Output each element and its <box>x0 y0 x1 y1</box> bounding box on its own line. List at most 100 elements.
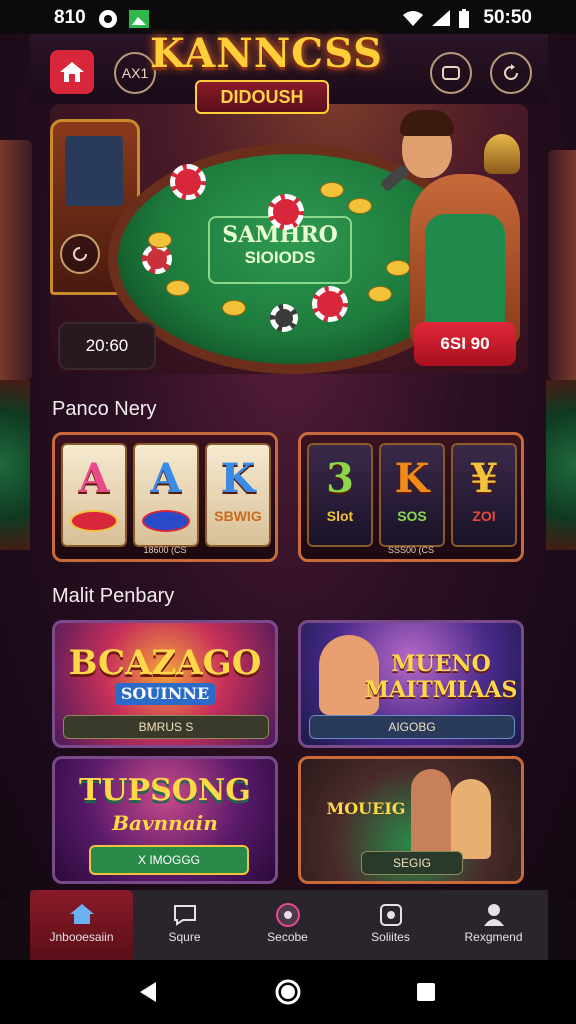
section-title-multi: Malit Penbary <box>52 585 175 607</box>
cell-signal-icon <box>430 9 452 32</box>
right-table-decor <box>546 380 576 550</box>
nav-item-profile[interactable]: Rexgmend <box>442 890 545 960</box>
left-table-decor <box>0 380 30 550</box>
profile-icon <box>442 902 545 928</box>
game-card-title: TUPSONG <box>79 773 251 808</box>
chip-icon <box>270 304 298 332</box>
coin-icon <box>148 232 172 248</box>
balance-display: 20:60 <box>58 322 156 370</box>
reel-sub: ZOI <box>472 508 496 524</box>
home-icon <box>30 902 133 928</box>
game-card-title: MUENO MAITMIAAS <box>364 651 518 703</box>
app-logo: KANNCSS DIDOUSH <box>150 30 384 140</box>
reel-symbol: ¥ <box>470 455 498 502</box>
coin-icon <box>320 182 344 198</box>
reel-badge <box>70 510 118 532</box>
chip-icon <box>170 164 206 200</box>
nav-item-squre[interactable]: Squre <box>133 890 236 960</box>
slot-card-footer: SSS00 (CS <box>387 545 435 555</box>
bet-button[interactable]: 6SI 90 <box>414 322 516 366</box>
chip-icon <box>268 194 304 230</box>
hero-banner[interactable]: SAMHRO SIOIODS 20:60 6SI 90 <box>50 104 528 374</box>
reel-symbol: K <box>220 455 256 502</box>
nav-item-secobe[interactable]: Secobe <box>236 890 339 960</box>
host-illustration <box>411 769 451 859</box>
status-bar: 810 50:50 <box>0 0 576 34</box>
game-card-pill: BMRUS S <box>63 715 269 739</box>
reel-badge <box>142 510 190 532</box>
slot-reel: ¥ ZOI <box>451 443 517 547</box>
chat-icon <box>133 902 236 928</box>
shield-icon <box>236 902 339 928</box>
recents-button[interactable] <box>412 978 440 1006</box>
slot-reel: A <box>133 443 199 547</box>
reel-sub: SOS <box>397 508 427 524</box>
coin-icon <box>348 198 372 214</box>
right-wall-decor <box>548 150 576 380</box>
lamp-decor <box>484 134 520 174</box>
reel-symbol: A <box>78 455 110 502</box>
menu-circle-button[interactable] <box>60 234 100 274</box>
bottom-navigation: Jnbooesaiin Squre Secobe Soliites Rexgme… <box>30 890 548 960</box>
nav-label: Squre <box>168 930 201 944</box>
coin-icon <box>368 286 392 302</box>
game-card-pill: X IMOGGG <box>89 845 249 875</box>
nav-label: Rexgmend <box>464 930 523 944</box>
refresh-icon <box>504 64 518 80</box>
back-button[interactable] <box>136 978 164 1006</box>
home-button[interactable] <box>50 50 94 94</box>
account-badge-label: AX1 <box>121 65 149 81</box>
nav-item-home[interactable]: Jnbooesaiin <box>30 890 133 960</box>
slot-reel: A <box>61 443 127 547</box>
game-card[interactable]: TUPSONG Bavnnain X IMOGGG <box>52 756 278 884</box>
game-card[interactable]: BCAZAGO SOUINNE BMRUS S <box>52 620 278 748</box>
slot-card[interactable]: A A K SBWIG 18600 (CS <box>52 432 278 562</box>
slot-card[interactable]: 3 Slot K SOS ¥ ZOI SSS00 (CS <box>298 432 524 562</box>
swirl-icon <box>73 247 87 261</box>
reel-symbol: A <box>150 455 182 502</box>
refresh-button[interactable] <box>490 52 532 94</box>
game-card-title: MOUEIG <box>326 799 406 818</box>
dealer-hair <box>400 110 454 136</box>
game-card[interactable]: MOUEIG SEGIG <box>298 756 524 884</box>
host-illustration <box>451 779 491 859</box>
nav-label: Jnbooesaiin <box>49 930 114 944</box>
slot-reel: K SBWIG <box>205 443 271 547</box>
coin-icon <box>386 260 410 276</box>
screen-button[interactable] <box>430 52 472 94</box>
home-system-button[interactable] <box>274 978 302 1006</box>
reel-symbol: 3 <box>326 455 354 502</box>
system-navigation-bar <box>0 960 576 1024</box>
wifi-icon <box>402 9 424 32</box>
game-card-title: BCAZAGO <box>68 643 262 683</box>
chip-icon <box>312 286 348 322</box>
reel-symbol: K <box>394 455 430 502</box>
back-icon <box>140 982 156 1002</box>
section-title-popular: Panco Nery <box>52 398 157 420</box>
nav-label: Secobe <box>267 930 308 944</box>
game-card-pill: SEGIG <box>361 851 463 875</box>
nav-label: Soliites <box>371 930 410 944</box>
slot-card-footer: 18600 (CS <box>143 545 187 555</box>
coin-icon <box>166 280 190 296</box>
slot-reel: K SOS <box>379 443 445 547</box>
status-left-text: 810 <box>54 7 86 28</box>
table-label-line2: SIOIODS <box>244 248 316 267</box>
game-card[interactable]: MUENO MAITMIAAS AIGOBG <box>298 620 524 748</box>
notification-icon <box>98 9 118 34</box>
screen-icon <box>442 66 460 80</box>
chip-icon <box>142 244 172 274</box>
battery-icon <box>458 9 470 34</box>
logo-title: KANNCSS <box>150 30 384 77</box>
reel-sub: Slot <box>326 508 354 524</box>
logo-subtitle: DIDOUSH <box>195 80 329 114</box>
coin-icon <box>222 300 246 316</box>
settings-icon <box>339 902 442 928</box>
left-wall-decor <box>0 140 32 380</box>
reel-sub: SBWIG <box>214 508 262 524</box>
nav-item-soliites[interactable]: Soliites <box>339 890 442 960</box>
square-recents-icon <box>417 983 435 1001</box>
game-card-pill: AIGOBG <box>309 715 515 739</box>
status-time: 50:50 <box>483 7 532 28</box>
game-card-subtitle: Bavnnain <box>112 811 218 835</box>
